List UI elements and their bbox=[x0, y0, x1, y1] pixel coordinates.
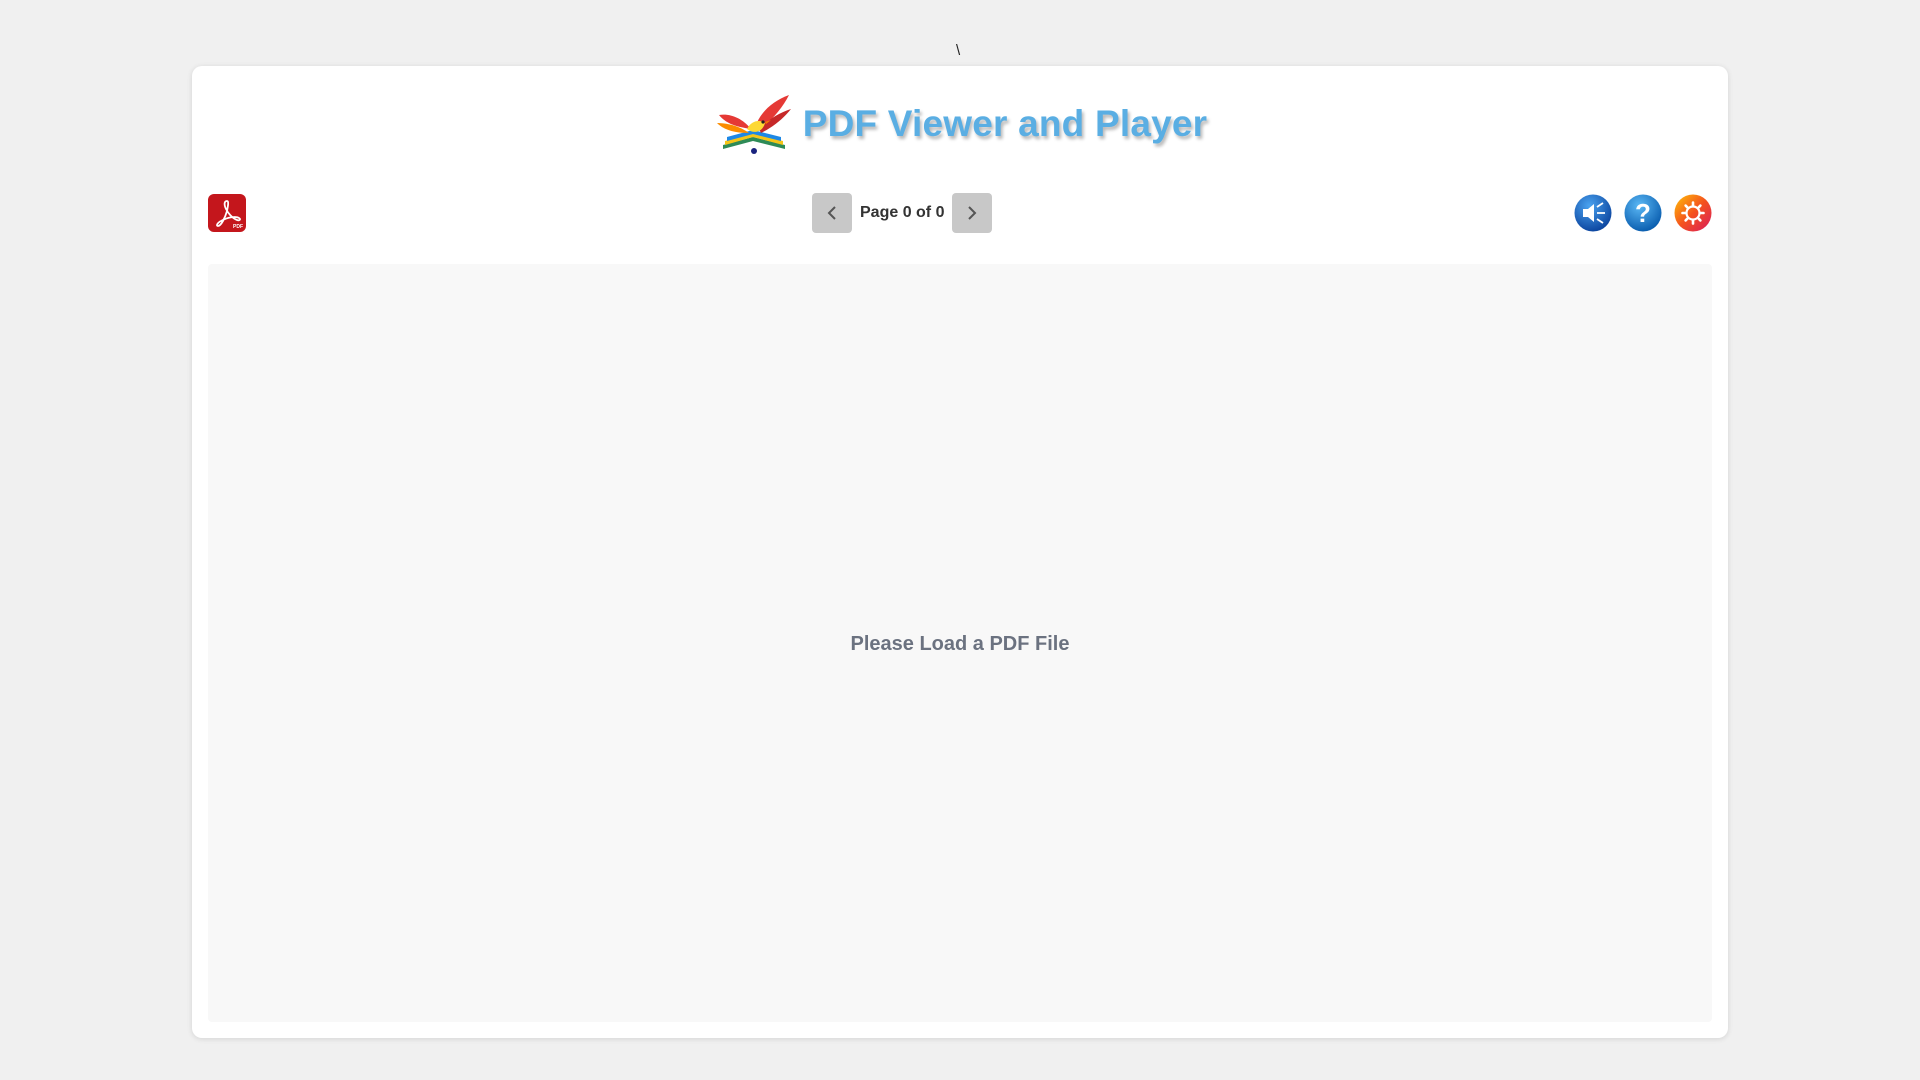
empty-state-message: Please Load a PDF File bbox=[850, 632, 1070, 655]
main-card: PDF Viewer and Player PDF Page 0 of 0 ? … bbox=[192, 66, 1728, 1038]
chevron-right-icon bbox=[968, 206, 977, 220]
load-pdf-button[interactable]: PDF bbox=[208, 194, 246, 232]
audio-button[interactable] bbox=[1574, 194, 1612, 232]
next-page-button[interactable] bbox=[952, 193, 993, 233]
toolbar: PDF Page 0 of 0 ? bbox=[208, 192, 1712, 234]
page-header: PDF Viewer and Player bbox=[192, 88, 1728, 160]
question-mark-icon: ? bbox=[1624, 194, 1662, 232]
stray-backslash: \ bbox=[956, 42, 961, 59]
speaker-icon bbox=[1574, 194, 1612, 232]
pdf-viewer-area[interactable]: Please Load a PDF File bbox=[208, 264, 1712, 1022]
bird-book-logo-icon bbox=[716, 95, 791, 154]
page-indicator: Page 0 of 0 bbox=[860, 204, 945, 221]
settings-button[interactable] bbox=[1674, 194, 1712, 232]
action-icons: ? bbox=[1574, 194, 1712, 232]
svg-text:?: ? bbox=[1635, 198, 1651, 228]
previous-page-button[interactable] bbox=[812, 193, 852, 233]
gear-icon bbox=[1674, 194, 1712, 232]
page-title: PDF Viewer and Player bbox=[802, 103, 1208, 144]
svg-text:PDF: PDF bbox=[233, 224, 243, 230]
page-navigator: Page 0 of 0 bbox=[812, 192, 993, 234]
help-button[interactable]: ? bbox=[1624, 194, 1662, 232]
chevron-left-icon bbox=[827, 206, 836, 220]
pdf-file-icon: PDF bbox=[216, 200, 243, 230]
